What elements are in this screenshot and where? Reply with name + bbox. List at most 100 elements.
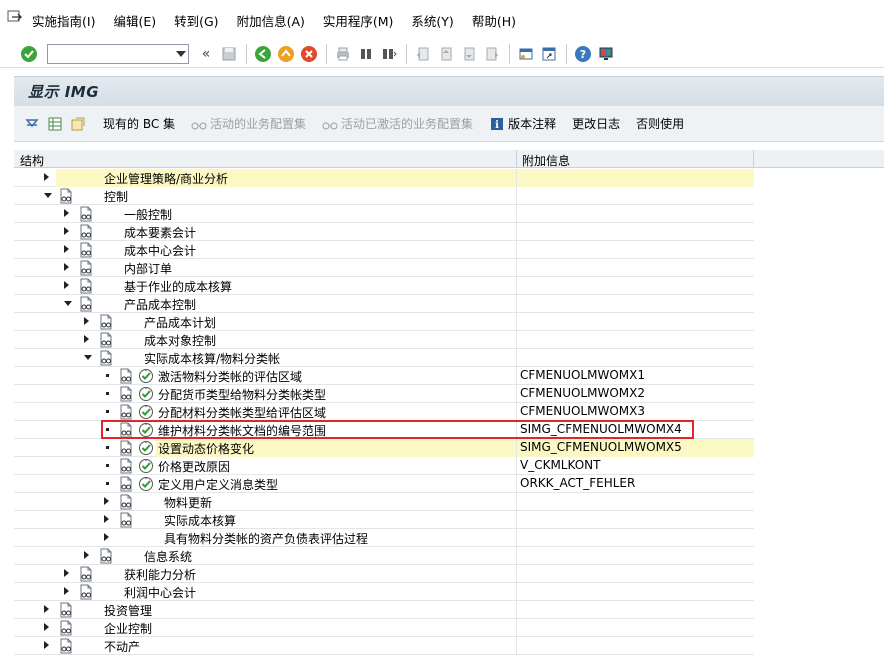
expand-arrow-icon[interactable] xyxy=(104,533,109,541)
tree-node[interactable]: 产品成本控制 xyxy=(14,295,516,313)
tree-row[interactable]: 价格更改原因 V_CKMLKONT xyxy=(14,457,754,475)
system-menu-icon[interactable] xyxy=(6,8,24,26)
documentation-icon[interactable] xyxy=(98,350,114,366)
tree-node[interactable]: 投资管理 xyxy=(14,601,516,619)
menu-edit[interactable]: 编辑(E) xyxy=(113,11,156,30)
tree-node[interactable]: 价格更改原因 xyxy=(14,457,516,475)
tree-node-label[interactable]: 基于作业的成本核算 xyxy=(124,278,232,295)
tree-node[interactable]: 利润中心会计 xyxy=(14,583,516,601)
expand-arrow-icon[interactable] xyxy=(64,245,69,253)
documentation-icon[interactable] xyxy=(78,224,94,240)
tree-node-label[interactable]: 分配材料分类帐类型给评估区域 xyxy=(158,404,326,421)
tree-node-label[interactable]: 企业控制 xyxy=(104,620,152,637)
tree-row[interactable]: 维护材料分类帐文档的编号范围 SIMG_CFMENUOLMWOMX4 xyxy=(14,421,754,439)
tree-node-label[interactable]: 一般控制 xyxy=(124,206,172,223)
documentation-icon[interactable] xyxy=(98,548,114,564)
menu-help[interactable]: 帮助(H) xyxy=(472,11,516,30)
execute-activity-icon[interactable] xyxy=(138,404,154,420)
column-info-header[interactable]: 附加信息 xyxy=(522,152,570,169)
tree-row[interactable]: 内部订单 xyxy=(14,259,754,277)
tree-node[interactable]: 分配货币类型给物料分类帐类型 xyxy=(14,385,516,403)
expand-arrow-icon[interactable] xyxy=(104,497,109,505)
expand-arrow-icon[interactable] xyxy=(104,515,109,523)
expand-arrow-icon[interactable] xyxy=(44,641,49,649)
change-log-button[interactable]: 更改日志 xyxy=(572,115,620,132)
expand-arrow-icon[interactable] xyxy=(44,173,49,181)
exit-button[interactable] xyxy=(275,43,297,65)
tree-node[interactable]: 维护材料分类帐文档的编号范围 xyxy=(14,421,516,439)
check-button[interactable] xyxy=(18,43,40,65)
tree-node-label[interactable]: 内部订单 xyxy=(124,260,172,277)
command-field[interactable] xyxy=(47,43,189,64)
documentation-icon[interactable] xyxy=(78,242,94,258)
expand-arrow-icon[interactable] xyxy=(64,281,69,289)
expand-arrow-icon[interactable] xyxy=(84,551,89,559)
execute-activity-icon[interactable] xyxy=(138,422,154,438)
documentation-icon[interactable] xyxy=(118,440,134,456)
execute-activity-icon[interactable] xyxy=(138,386,154,402)
tree-node-label[interactable]: 实际成本核算 xyxy=(164,512,236,529)
tree-node-label[interactable]: 投资管理 xyxy=(104,602,152,619)
tree-row[interactable]: 不动产 xyxy=(14,637,754,655)
execute-activity-icon[interactable] xyxy=(138,458,154,474)
collapse-arrow-icon[interactable] xyxy=(84,355,92,360)
tree-row[interactable]: 成本中心会计 xyxy=(14,241,754,259)
documentation-icon[interactable] xyxy=(118,512,134,528)
last-page-button[interactable] xyxy=(481,43,503,65)
tree-row[interactable]: 实际成本核算 xyxy=(14,511,754,529)
tree-node[interactable]: 成本中心会计 xyxy=(14,241,516,259)
obsolete-button[interactable]: 否则使用 xyxy=(636,115,684,132)
collapse-button[interactable]: « xyxy=(195,43,217,65)
tree-row[interactable]: 具有物料分类帐的资产负债表评估过程 xyxy=(14,529,754,547)
tree-node[interactable]: 激活物料分类帐的评估区域 xyxy=(14,367,516,385)
expand-arrow-icon[interactable] xyxy=(64,263,69,271)
tree-node[interactable]: 基于作业的成本核算 xyxy=(14,277,516,295)
execute-activity-icon[interactable] xyxy=(138,368,154,384)
tree-node-label[interactable]: 具有物料分类帐的资产负债表评估过程 xyxy=(164,530,368,547)
tree-node-label[interactable]: 获利能力分析 xyxy=(124,566,196,583)
tree-node[interactable]: 不动产 xyxy=(14,637,516,655)
layout-button[interactable] xyxy=(595,43,617,65)
column-separator[interactable] xyxy=(753,150,754,168)
tree-node[interactable]: 企业控制 xyxy=(14,619,516,637)
next-page-button[interactable] xyxy=(458,43,480,65)
tree-row[interactable]: 激活物料分类帐的评估区域 CFMENUOLMWOMX1 xyxy=(14,367,754,385)
tree-node[interactable]: 实际成本核算/物料分类帐 xyxy=(14,349,516,367)
release-notes-button[interactable]: i 版本注释 xyxy=(489,115,556,132)
tree-node-label[interactable]: 物料更新 xyxy=(164,494,212,511)
tree-row[interactable]: 控制 xyxy=(14,187,754,205)
tree-node[interactable]: 成本要素会计 xyxy=(14,223,516,241)
expand-arrow-icon[interactable] xyxy=(84,335,89,343)
expand-arrow-icon[interactable] xyxy=(64,587,69,595)
tree-node[interactable]: 实际成本核算 xyxy=(14,511,516,529)
print-button[interactable] xyxy=(332,43,354,65)
expand-arrow-icon[interactable] xyxy=(64,209,69,217)
prev-page-button[interactable] xyxy=(435,43,457,65)
documentation-icon[interactable] xyxy=(118,476,134,492)
tree-node-label[interactable]: 定义用户定义消息类型 xyxy=(158,476,278,493)
tree-node[interactable]: 一般控制 xyxy=(14,205,516,223)
menu-implementation-guide[interactable]: 实施指南(I) xyxy=(32,11,95,30)
bookmark-button[interactable] xyxy=(70,116,89,132)
tree-row[interactable]: 信息系统 xyxy=(14,547,754,565)
tree-row[interactable]: 企业管理策略/商业分析 xyxy=(14,169,754,187)
tree-row[interactable]: 投资管理 xyxy=(14,601,754,619)
chevron-down-icon[interactable] xyxy=(176,50,186,57)
export-button[interactable] xyxy=(47,116,66,132)
column-structure-header[interactable]: 结构 xyxy=(20,152,44,169)
expand-arrow-icon[interactable] xyxy=(44,623,49,631)
documentation-icon[interactable] xyxy=(58,620,74,636)
tree-node-label[interactable]: 企业管理策略/商业分析 xyxy=(104,170,228,187)
tree-row[interactable]: 产品成本控制 xyxy=(14,295,754,313)
tree-node[interactable]: 具有物料分类帐的资产负债表评估过程 xyxy=(14,529,516,547)
expand-arrow-icon[interactable] xyxy=(84,317,89,325)
collapse-arrow-icon[interactable] xyxy=(44,193,52,198)
documentation-icon[interactable] xyxy=(98,314,114,330)
expand-arrow-icon[interactable] xyxy=(44,605,49,613)
menu-system[interactable]: 系统(Y) xyxy=(411,11,453,30)
tree-node[interactable]: 企业管理策略/商业分析 xyxy=(14,169,516,187)
documentation-icon[interactable] xyxy=(118,458,134,474)
tree-row[interactable]: 企业控制 xyxy=(14,619,754,637)
tree-node-label[interactable]: 激活物料分类帐的评估区域 xyxy=(158,368,302,385)
execute-activity-icon[interactable] xyxy=(138,440,154,456)
